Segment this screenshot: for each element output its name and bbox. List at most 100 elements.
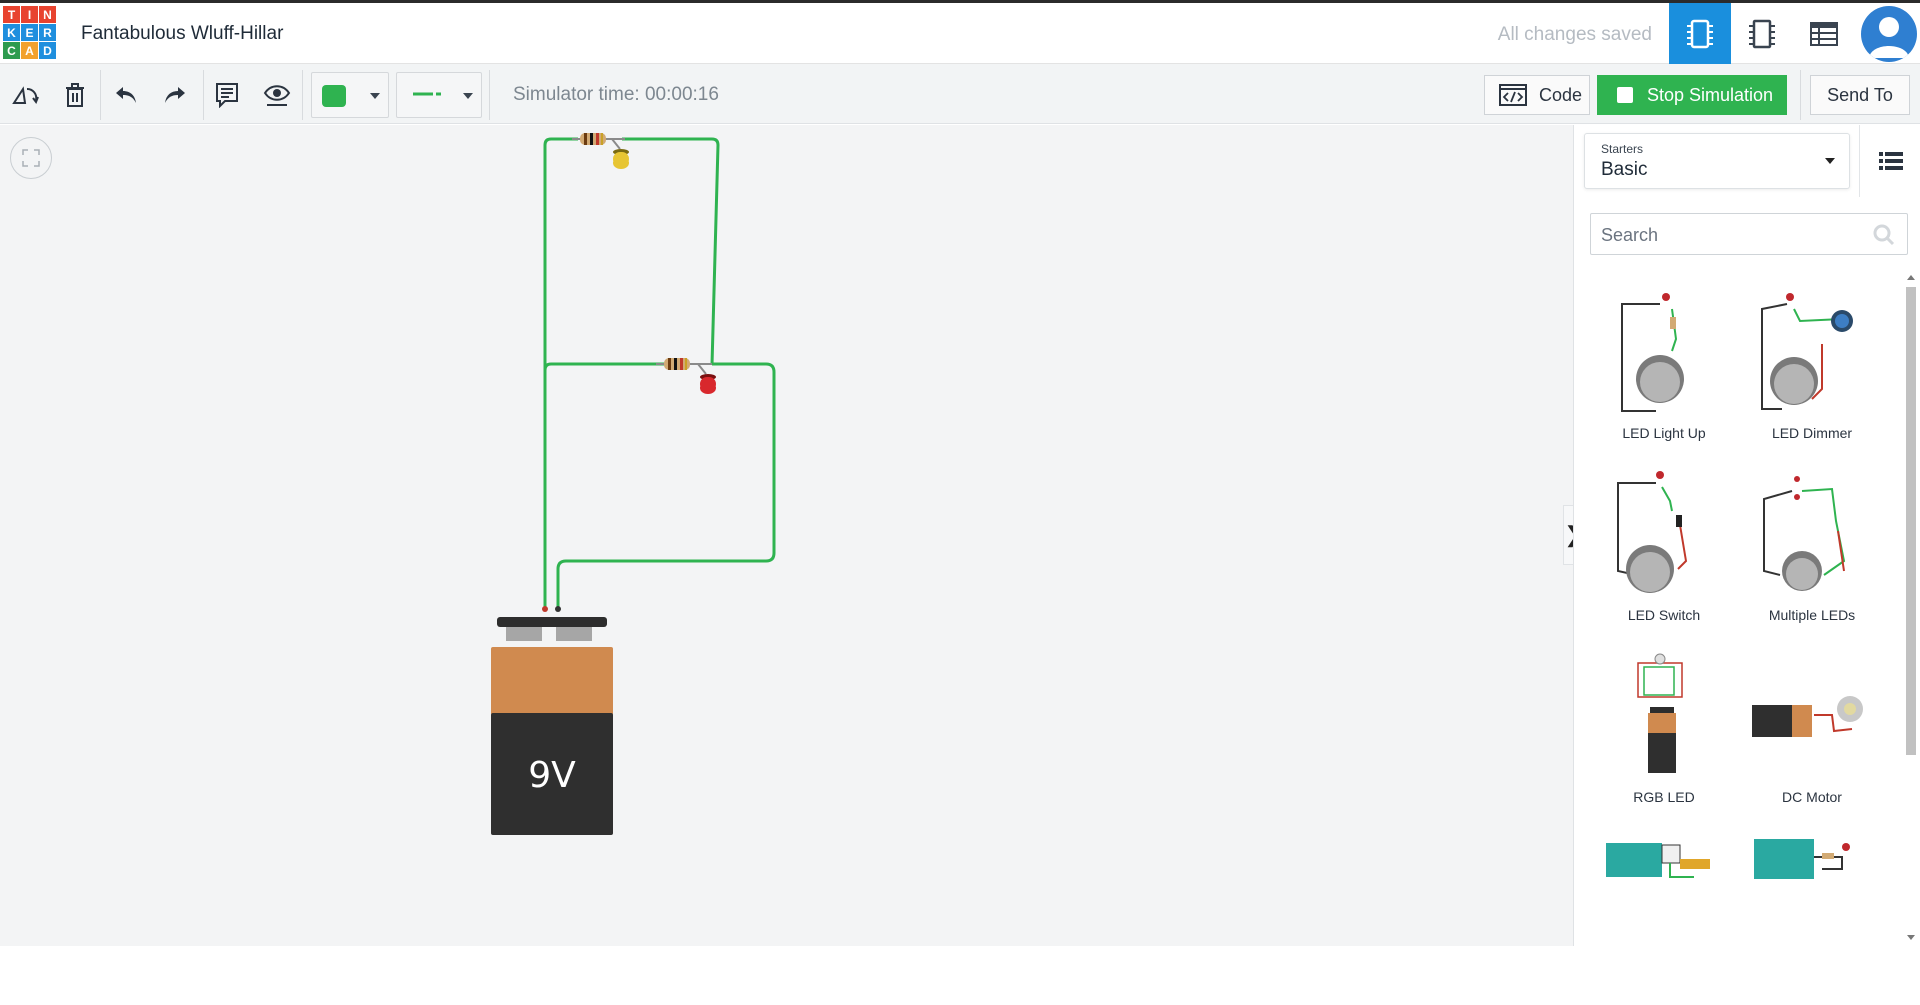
header: T I N K E R C A D Fantabulous Wluff-Hill… — [0, 3, 1920, 64]
starter-item-8[interactable] — [1742, 835, 1882, 1005]
circuit-diagram — [491, 133, 776, 835]
search-input[interactable] — [1601, 223, 1861, 247]
list-view-button[interactable] — [1859, 125, 1920, 197]
scroll-up-arrow[interactable] — [1907, 275, 1915, 280]
user-avatar[interactable] — [1861, 6, 1917, 62]
starter-label: LED Light Up — [1622, 425, 1706, 441]
starter-label: RGB LED — [1633, 789, 1695, 805]
battery-9v[interactable] — [491, 606, 613, 835]
starter-dc-motor[interactable]: DC Motor — [1742, 653, 1882, 823]
dc-motor-thumbnail — [1752, 696, 1863, 737]
notes-icon — [216, 83, 238, 108]
resistor-1[interactable] — [572, 133, 625, 145]
toolbar-divider — [100, 70, 101, 120]
chevron-down-icon — [370, 93, 380, 99]
code-editor-icon — [1499, 84, 1527, 106]
eye-icon — [263, 85, 291, 106]
logo-letter: R — [39, 24, 56, 41]
starter-rgb-led[interactable]: RGB LED — [1594, 653, 1734, 823]
multiple-leds-thumbnail — [1763, 476, 1846, 591]
list-icon — [1878, 152, 1903, 170]
rotate-icon — [12, 86, 39, 105]
send-to-button[interactable]: Send To — [1810, 75, 1910, 115]
stop-simulation-button[interactable]: Stop Simulation — [1597, 75, 1787, 115]
scrollbar-thumb[interactable] — [1906, 287, 1916, 755]
scroll-down-arrow[interactable] — [1907, 935, 1915, 940]
project-title[interactable]: Fantabulous Wluff-Hillar — [81, 23, 283, 45]
led-yellow[interactable] — [611, 138, 629, 169]
undo-button[interactable] — [111, 80, 141, 110]
wire — [622, 137, 720, 366]
resistor-2[interactable] — [656, 358, 712, 370]
toolbar-divider — [489, 70, 490, 120]
rotate-button[interactable] — [10, 80, 40, 110]
schematic-view-button[interactable] — [1731, 3, 1793, 64]
logo-letter: N — [39, 6, 56, 23]
logo-letter: C — [3, 42, 20, 59]
logo-letter: E — [21, 24, 38, 41]
starter-led-dimmer[interactable]: LED Dimmer — [1742, 289, 1882, 459]
wire — [543, 137, 578, 609]
search-icon — [1873, 224, 1895, 246]
logo-letter: T — [3, 6, 20, 23]
redo-icon — [165, 87, 185, 103]
logo-letter: I — [21, 6, 38, 23]
wire — [556, 362, 776, 609]
circuit-view-button[interactable] — [1669, 3, 1731, 64]
user-icon — [1869, 17, 1909, 58]
led-red[interactable] — [697, 363, 716, 394]
save-status: All changes saved — [1497, 24, 1652, 45]
led-switch-thumbnail — [1617, 471, 1688, 593]
chip-icon — [1749, 19, 1775, 48]
stop-icon — [1617, 87, 1633, 103]
redo-button[interactable] — [160, 80, 190, 110]
undo-icon — [116, 87, 136, 103]
toolbar-divider — [1800, 70, 1801, 120]
toolbar: Simulator time: 00:00:16 Code Stop Simul… — [0, 64, 1920, 124]
logo-letter: K — [3, 24, 20, 41]
wire-icon — [413, 92, 441, 96]
breadboard-icon — [1687, 19, 1713, 48]
starter-led-switch[interactable]: LED Switch — [1594, 471, 1734, 641]
table-icon — [1810, 21, 1838, 46]
starter-multiple-leds[interactable]: Multiple LEDs — [1742, 471, 1882, 641]
chevron-down-icon — [463, 93, 473, 99]
starter-label: DC Motor — [1782, 789, 1842, 805]
starter-item-7[interactable] — [1594, 835, 1734, 1005]
logo-letter: A — [21, 42, 38, 59]
circuit-canvas[interactable]: 9V — [0, 125, 1573, 946]
battery-label: 9V — [528, 755, 576, 796]
starter-label: LED Switch — [1627, 607, 1701, 623]
chevron-down-icon — [1825, 158, 1835, 164]
wire — [543, 362, 665, 372]
simulator-time: Simulator time: 00:00:16 — [513, 84, 719, 105]
color-dropdown[interactable] — [311, 72, 389, 118]
starter-led-light-up[interactable]: LED Light Up — [1594, 289, 1734, 459]
component-list-button[interactable] — [1793, 3, 1855, 64]
logo-letter: D — [39, 42, 56, 59]
wires — [543, 137, 776, 609]
starters-value: Basic — [1601, 159, 1648, 180]
starter-label: Multiple LEDs — [1768, 607, 1856, 623]
color-swatch — [322, 85, 346, 107]
wire-type-dropdown[interactable] — [396, 72, 482, 118]
stop-simulation-label: Stop Simulation — [1647, 84, 1774, 105]
toolbar-divider — [203, 70, 204, 120]
visibility-button[interactable] — [262, 80, 292, 110]
components-panel: Starters Basic LED Light Up LED Dimmer — [1573, 125, 1920, 946]
notes-button[interactable] — [212, 80, 242, 110]
starters-label: Starters — [1601, 142, 1644, 156]
code-button[interactable]: Code — [1484, 75, 1590, 115]
starter-label: LED Dimmer — [1771, 425, 1853, 441]
toolbar-divider — [302, 70, 303, 120]
tinkercad-logo[interactable]: T I N K E R C A D — [3, 6, 57, 60]
starters-dropdown[interactable]: Starters Basic — [1584, 133, 1850, 189]
led-light-up-thumbnail — [1621, 293, 1684, 412]
rgb-led-thumbnail — [1637, 653, 1683, 773]
code-button-label: Code — [1539, 84, 1583, 105]
delete-button[interactable] — [60, 80, 90, 110]
led-dimmer-thumbnail — [1761, 293, 1853, 410]
trash-icon — [66, 83, 84, 107]
panel-scrollbar[interactable] — [1904, 275, 1918, 946]
search-box — [1590, 213, 1908, 255]
